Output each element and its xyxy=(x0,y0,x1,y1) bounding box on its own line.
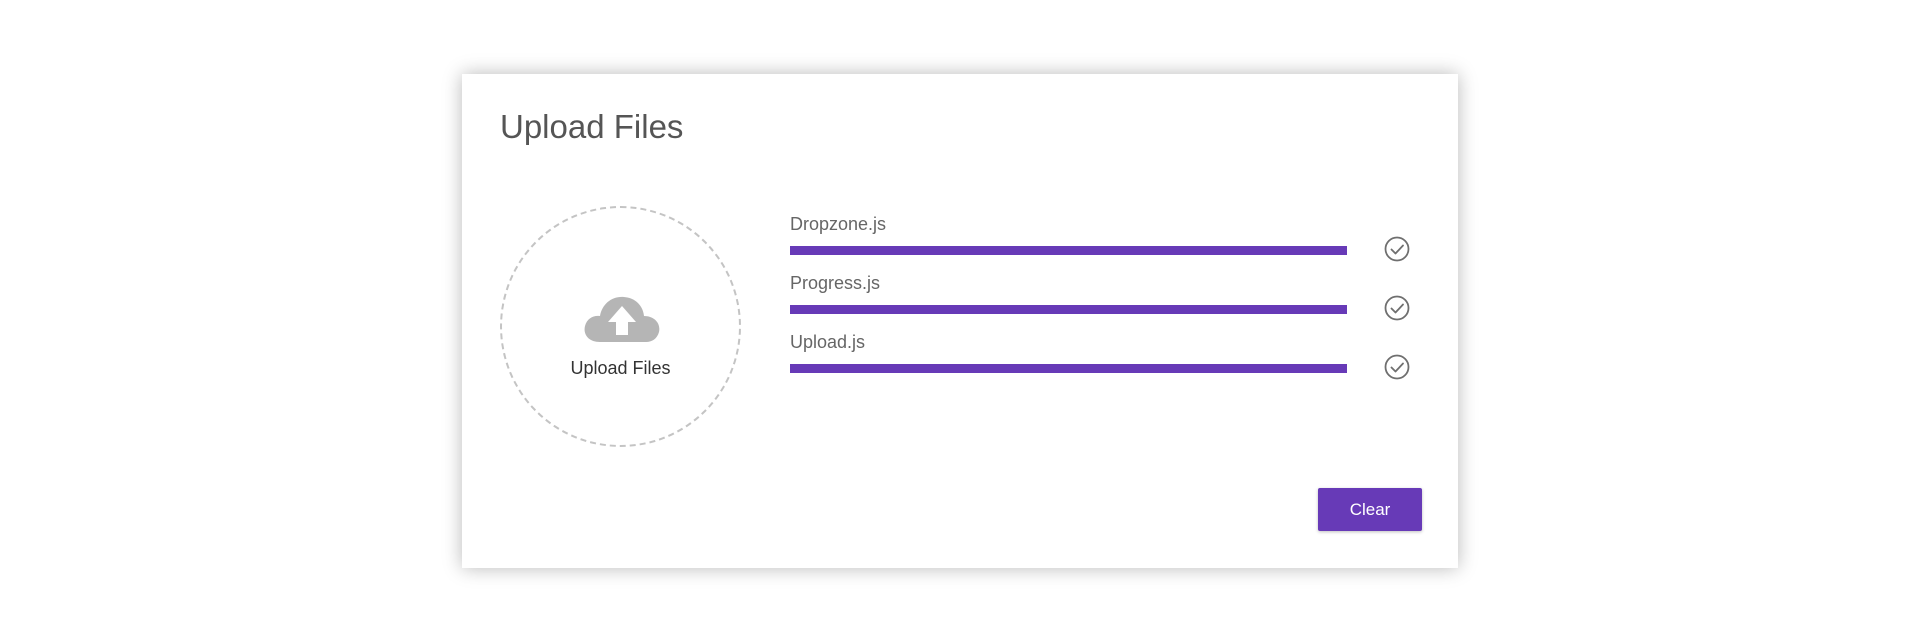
file-name: Upload.js xyxy=(790,332,866,352)
progress-bar xyxy=(790,364,1347,373)
cloud-upload-icon xyxy=(584,296,660,342)
file-item-progress: Progress.js xyxy=(790,273,1430,332)
check-circle-icon xyxy=(1384,354,1410,380)
upload-card: Upload Files Upload Files Dropzone.js Pr… xyxy=(462,74,1458,568)
card-title: Upload Files xyxy=(500,108,684,145)
file-item-dropzone: Dropzone.js xyxy=(790,214,1430,273)
check-circle-icon xyxy=(1384,295,1410,321)
file-list: Dropzone.js Progress.js Upload.js xyxy=(790,214,1430,391)
progress-fill xyxy=(790,364,1347,373)
file-name: Progress.js xyxy=(790,273,881,293)
check-circle-icon xyxy=(1384,236,1410,262)
progress-fill xyxy=(790,246,1347,255)
clear-button[interactable]: Clear xyxy=(1318,488,1422,531)
progress-fill xyxy=(790,305,1347,314)
progress-bar xyxy=(790,246,1347,255)
progress-bar xyxy=(790,305,1347,314)
file-item-upload: Upload.js xyxy=(790,332,1430,391)
dropzone-label: Upload Files xyxy=(570,358,671,378)
upload-dropzone[interactable]: Upload Files xyxy=(500,206,741,447)
file-name: Dropzone.js xyxy=(790,214,887,234)
